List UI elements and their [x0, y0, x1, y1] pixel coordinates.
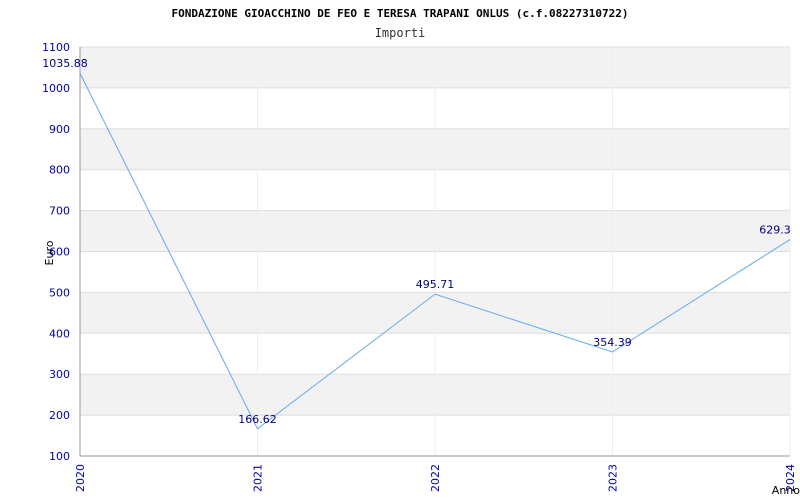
x-tick-label: 2023	[607, 464, 620, 492]
y-tick-label: 100	[49, 450, 70, 463]
data-label: 629.3	[759, 224, 791, 237]
chart-subtitle: Importi	[375, 26, 426, 40]
y-tick-label: 900	[49, 123, 70, 136]
x-tick-labels: 2020 2021 2022 2023 2024	[74, 464, 797, 492]
y-tick-label: 500	[49, 286, 70, 299]
y-tick-label: 400	[49, 327, 70, 340]
y-tick-label: 700	[49, 205, 70, 218]
line-chart: 10020030040050060070080090010001100 2020…	[42, 7, 800, 497]
y-tick-label: 1100	[42, 41, 70, 54]
x-tick-label: 2022	[429, 464, 442, 492]
y-tick-label: 800	[49, 164, 70, 177]
x-axis-label: Anno	[772, 484, 800, 497]
y-tick-label: 300	[49, 368, 70, 381]
data-label: 495.71	[416, 278, 455, 291]
data-label: 166.62	[238, 413, 277, 426]
y-tick-label: 200	[49, 409, 70, 422]
x-tick-label: 2020	[74, 464, 87, 492]
chart-title: FONDAZIONE GIOACCHINO DE FEO E TERESA TR…	[172, 7, 629, 20]
x-tick-label: 2021	[252, 464, 265, 492]
y-tick-label: 1000	[42, 82, 70, 95]
data-label: 1035.88	[42, 57, 88, 70]
data-label: 354.39	[593, 336, 632, 349]
y-axis-label: Euro	[43, 240, 56, 265]
